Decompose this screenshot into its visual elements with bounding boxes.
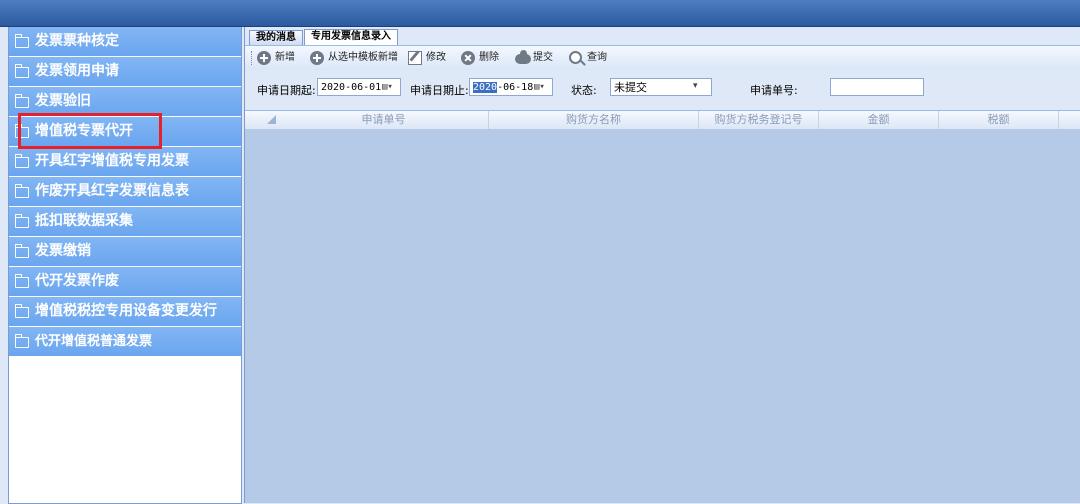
sidebar-item-void-issued-invoice[interactable]: 代开发票作废 xyxy=(9,267,241,297)
edit-pencil-icon xyxy=(408,51,422,65)
delete-circle-icon xyxy=(461,51,475,65)
sidebar-item-label: 发票验旧 xyxy=(35,93,91,109)
calendar-dropdown-icon[interactable]: ▤▾ xyxy=(534,82,550,92)
column-header-tax[interactable]: 税额 xyxy=(939,111,1059,129)
date-to-rest-text: -06-18 xyxy=(497,82,534,93)
add-from-template-button[interactable]: 从选中模板新增 xyxy=(310,50,398,66)
column-header-buyer-name[interactable]: 购货方名称 xyxy=(489,111,699,129)
date-to-selected-text: 2020 xyxy=(473,82,498,93)
sidebar-item-invoice-application[interactable]: 发票领用申请 xyxy=(9,57,241,87)
add-label: 新增 xyxy=(275,52,295,63)
column-header-amount[interactable]: 金额 xyxy=(819,111,939,129)
submit-button[interactable]: 提交 xyxy=(515,50,553,66)
sidebar-item-red-vat-invoice[interactable]: 开具红字增值税专用发票 xyxy=(9,147,241,177)
sidebar-item-label: 发票票种核定 xyxy=(35,33,119,49)
date-to-label: 申请日期止: xyxy=(410,84,469,97)
sidebar-item-label: 发票缴销 xyxy=(35,243,91,259)
window-titlebar xyxy=(0,0,1080,27)
sidebar-item-ticket-type-approval[interactable]: 发票票种核定 xyxy=(9,27,241,57)
app-no-input[interactable] xyxy=(830,78,924,96)
folder-open-icon xyxy=(15,184,29,198)
toolbar-separator xyxy=(251,51,254,65)
folder-icon xyxy=(15,334,29,348)
app-no-label: 申请单号: xyxy=(750,84,798,97)
folder-icon xyxy=(15,94,29,108)
select-all-corner[interactable] xyxy=(267,115,276,124)
sidebar-item-deduction-collection[interactable]: 抵扣联数据采集 xyxy=(9,207,241,237)
main-panel: 我的消息 专用发票信息录入 新增 从选中模板新增 修改 删除 提交 查询 申请日期… xyxy=(244,27,1080,503)
grid-header: 申请单号 购货方名称 购货方税务登记号 金额 税额 xyxy=(245,110,1080,130)
query-button[interactable]: 查询 xyxy=(569,50,607,66)
sidebar-item-device-change[interactable]: 增值税税控专用设备变更发行 xyxy=(9,297,241,327)
toolbar: 新增 从选中模板新增 修改 删除 提交 查询 xyxy=(245,45,1080,70)
column-header-buyer-tax-id[interactable]: 购货方税务登记号 xyxy=(699,111,819,129)
tab-special-invoice-entry[interactable]: 专用发票信息录入 xyxy=(304,29,398,45)
sidebar-item-invoice-cancellation[interactable]: 发票缴销 xyxy=(9,237,241,267)
folder-icon xyxy=(15,34,29,48)
edit-button[interactable]: 修改 xyxy=(408,50,446,66)
highlight-annotation xyxy=(18,113,162,149)
status-value: 未提交 xyxy=(614,81,647,94)
sidebar-item-label: 代开增值税普通发票 xyxy=(35,334,153,349)
tab-strip: 我的消息 专用发票信息录入 xyxy=(249,29,399,45)
calendar-dropdown-icon[interactable]: ▤▾ xyxy=(382,82,398,92)
query-label: 查询 xyxy=(587,52,607,63)
sidebar-item-label: 作废开具红字发票信息表 xyxy=(35,183,189,199)
submit-label: 提交 xyxy=(533,52,553,63)
folder-icon xyxy=(15,214,29,228)
date-to-field[interactable]: 2020-06-18 ▤▾ xyxy=(469,78,553,96)
add-from-template-label: 从选中模板新增 xyxy=(328,52,398,63)
delete-button[interactable]: 删除 xyxy=(461,50,499,66)
chevron-down-icon[interactable]: ▾ xyxy=(693,81,709,91)
sidebar-item-vat-general-issue[interactable]: 代开增值税普通发票 xyxy=(9,327,241,357)
sidebar: 发票票种核定 发票领用申请 发票验旧 增值税专票代开 开具红字增值税专用发票 作… xyxy=(8,27,242,504)
search-form: 申请日期起: 2020-06-01 ▤▾ 申请日期止: 2020-06-18 ▤… xyxy=(245,70,1080,110)
folder-icon xyxy=(15,304,29,318)
grid-body xyxy=(245,129,1080,503)
folder-icon xyxy=(15,274,29,288)
date-from-field[interactable]: 2020-06-01 ▤▾ xyxy=(317,78,401,96)
plus-circle-icon xyxy=(257,51,271,65)
tab-my-messages[interactable]: 我的消息 xyxy=(249,30,303,45)
sidebar-item-label: 开具红字增值税专用发票 xyxy=(35,153,189,169)
sidebar-menu: 发票票种核定 发票领用申请 发票验旧 增值税专票代开 开具红字增值税专用发票 作… xyxy=(9,27,241,357)
folder-icon xyxy=(15,244,29,258)
delete-label: 删除 xyxy=(479,52,499,63)
sidebar-item-void-red-info[interactable]: 作废开具红字发票信息表 xyxy=(9,177,241,207)
folder-icon xyxy=(15,64,29,78)
search-icon xyxy=(569,51,582,64)
folder-icon xyxy=(15,154,29,168)
status-select[interactable]: 未提交 ▾ xyxy=(610,78,712,96)
sidebar-item-label: 增值税税控专用设备变更发行 xyxy=(35,303,217,319)
column-header-app-no[interactable]: 申请单号 xyxy=(279,111,489,129)
sidebar-item-label: 抵扣联数据采集 xyxy=(35,213,133,229)
sidebar-item-label: 发票领用申请 xyxy=(35,63,119,79)
sidebar-item-label: 代开发票作废 xyxy=(35,273,119,289)
date-from-label: 申请日期起: xyxy=(257,84,316,97)
status-label: 状态: xyxy=(571,84,597,97)
upload-cloud-icon xyxy=(515,50,531,64)
edit-label: 修改 xyxy=(426,52,446,63)
date-from-value: 2020-06-01 xyxy=(321,82,382,93)
add-button[interactable]: 新增 xyxy=(257,50,295,66)
plus-circle-icon xyxy=(310,51,324,65)
